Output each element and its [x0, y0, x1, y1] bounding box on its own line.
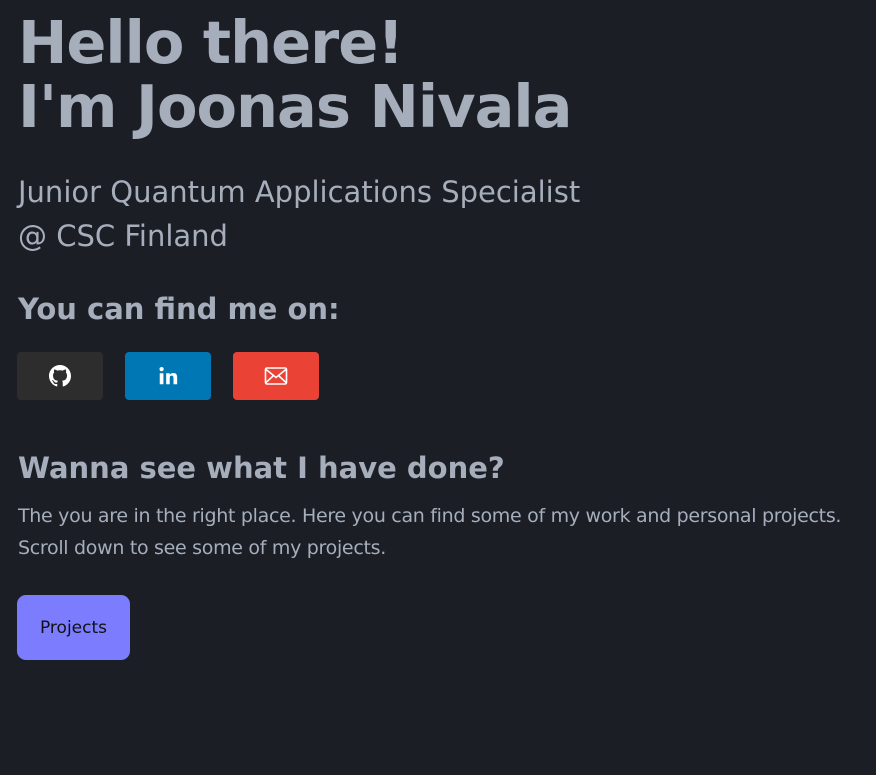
- hero-title: Hello there! I'm Joonas Nivala: [18, 8, 572, 141]
- projects-heading: Wanna see what I have done?: [18, 451, 505, 485]
- projects-button[interactable]: Projects: [17, 595, 130, 660]
- hero-greeting: Hello there!: [18, 8, 404, 77]
- github-button[interactable]: [17, 352, 103, 400]
- hero-name: I'm Joonas Nivala: [18, 72, 572, 141]
- linkedin-button[interactable]: [125, 352, 211, 400]
- email-button[interactable]: [233, 352, 319, 400]
- find-me-heading: You can find me on:: [18, 292, 340, 326]
- github-icon: [49, 365, 71, 387]
- job-title: Junior Quantum Applications Specialist @…: [18, 170, 580, 258]
- social-links: [17, 352, 319, 400]
- mail-icon: [264, 366, 288, 386]
- linkedin-icon: [157, 365, 179, 387]
- description-line-1: The you are in the right place. Here you…: [18, 505, 842, 527]
- projects-description: The you are in the right place. Here you…: [18, 500, 841, 564]
- job-employer: @ CSC Finland: [18, 219, 228, 253]
- job-role: Junior Quantum Applications Specialist: [18, 175, 581, 209]
- description-line-2: Scroll down to see some of my projects.: [18, 537, 386, 559]
